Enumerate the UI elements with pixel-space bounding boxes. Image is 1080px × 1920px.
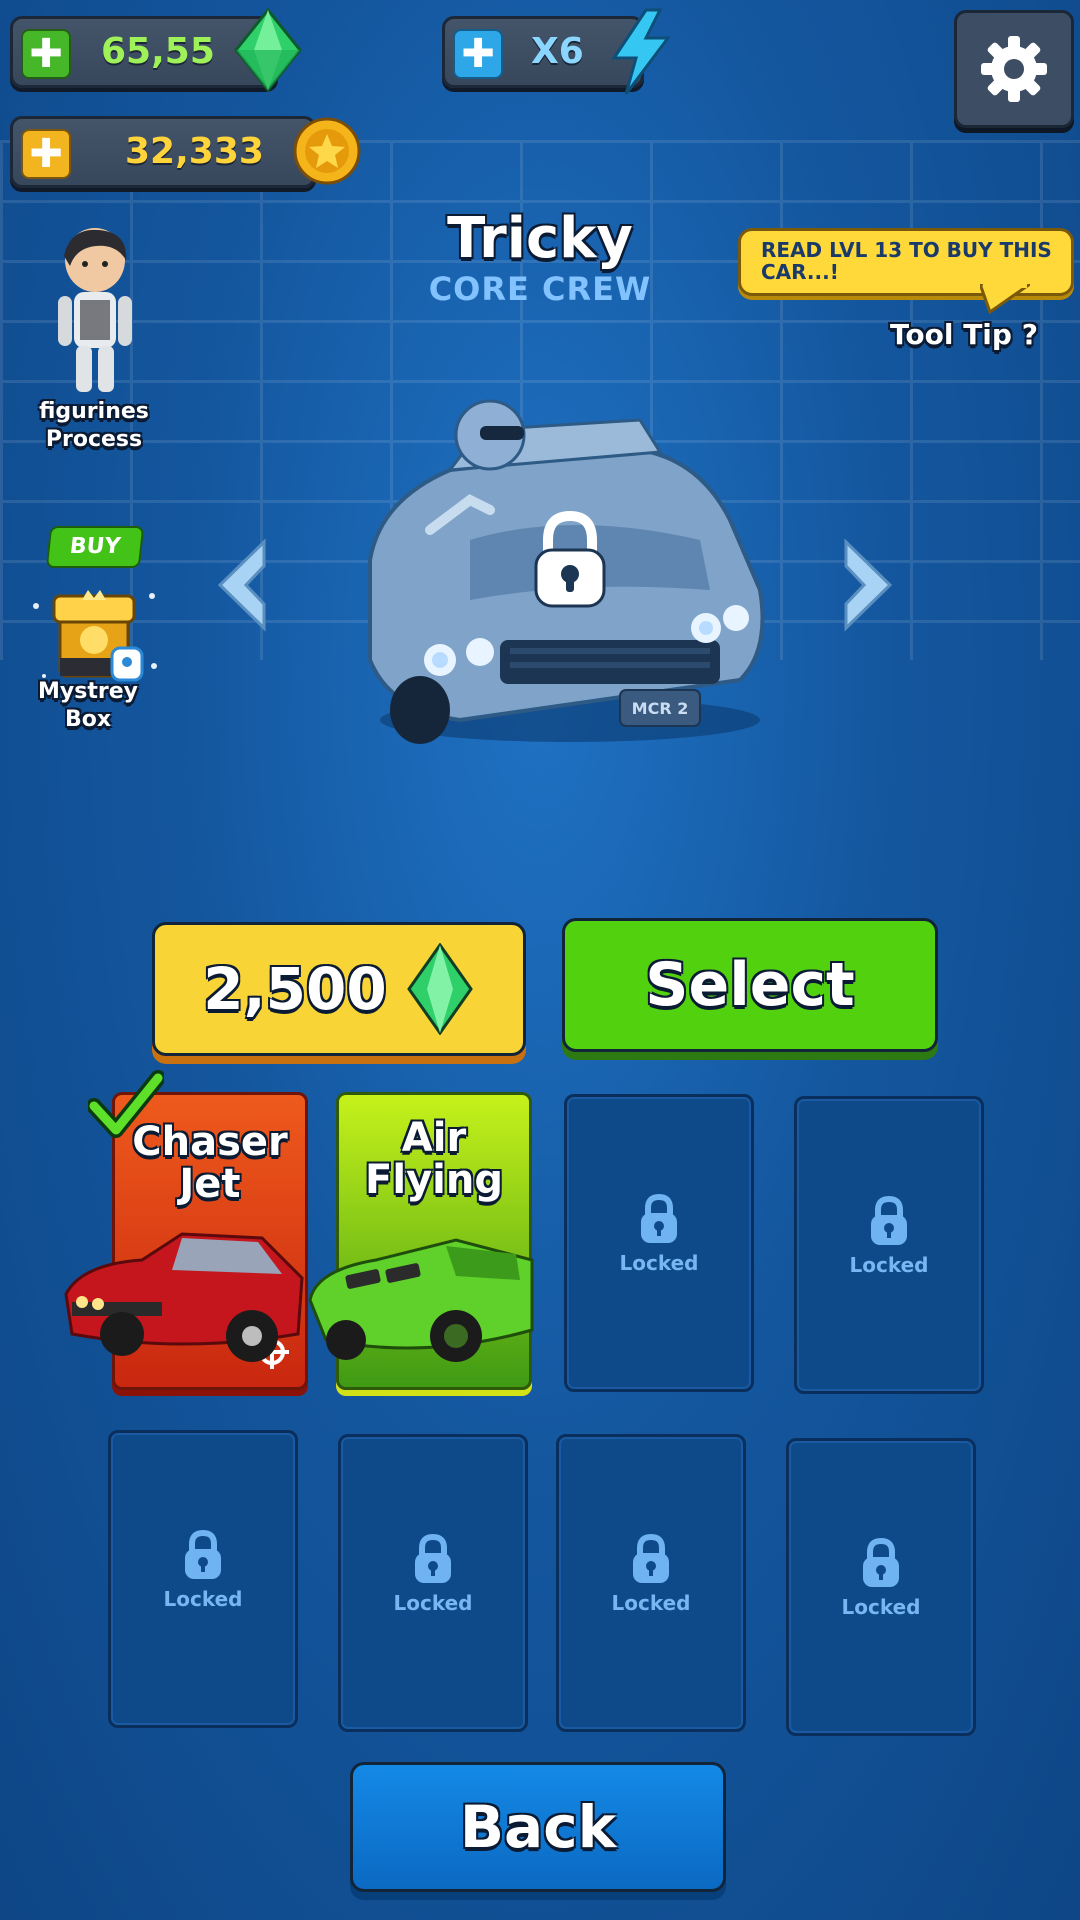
license-plate: MCR 2	[632, 699, 689, 718]
gems-value: 65,55	[101, 31, 215, 72]
figurine-label-line2: Process	[45, 427, 143, 452]
lock-icon	[534, 510, 606, 608]
figurine-label-line1: figurines	[39, 399, 149, 424]
coins-value: 32,333	[125, 131, 264, 172]
gear-icon	[981, 36, 1047, 102]
locked-label: Locked	[393, 1591, 473, 1615]
car-card-title: Air Flying	[365, 1115, 503, 1203]
lock-icon	[633, 1533, 669, 1583]
mystery-box-label-line1: Mystrey	[38, 679, 138, 704]
locked-car-card[interactable]: Locked	[556, 1434, 746, 1732]
price-button[interactable]: 2,500	[152, 922, 526, 1056]
add-coins-button[interactable]: ✚	[21, 129, 71, 179]
red-car-icon	[64, 1232, 304, 1362]
select-label: Select	[645, 950, 855, 1020]
price-value: 2,500	[203, 955, 387, 1023]
locked-label: Locked	[611, 1591, 691, 1615]
figurine-label: figurines Process	[24, 398, 164, 454]
lock-icon	[641, 1193, 677, 1243]
add-multiplier-button[interactable]: ✚	[453, 29, 503, 79]
next-car-arrow[interactable]	[838, 538, 898, 632]
selected-checkmark-icon	[88, 1070, 164, 1138]
locked-label: Locked	[841, 1595, 921, 1619]
mystery-box-label-line2: Box	[64, 707, 112, 732]
lock-icon	[185, 1529, 221, 1579]
previous-car-arrow[interactable]	[212, 538, 272, 632]
green-car-icon	[308, 1238, 534, 1362]
locked-label: Locked	[849, 1253, 929, 1277]
multiplier-value: X6	[531, 31, 584, 72]
select-button[interactable]: Select	[562, 918, 938, 1052]
tooltip-message: READ LVL 13 TO BUY THIS CAR...!	[761, 238, 1052, 284]
lock-icon	[415, 1533, 451, 1583]
locked-car-card[interactable]: Locked	[564, 1094, 754, 1392]
coin-icon	[293, 117, 361, 185]
lightning-icon	[611, 8, 671, 95]
locked-car-card[interactable]: Locked	[338, 1434, 528, 1732]
back-label: Back	[459, 1793, 617, 1861]
mystery-box-label: Mystrey Box	[18, 678, 158, 734]
coins-counter: ✚ 32,333	[10, 116, 316, 188]
settings-button[interactable]	[954, 10, 1074, 128]
locked-label: Locked	[619, 1251, 699, 1275]
gem-icon	[406, 943, 473, 1035]
tooltip-label[interactable]: Tool Tip ?	[890, 318, 1038, 351]
figurine-character-icon	[58, 228, 132, 392]
gem-icon	[234, 8, 302, 92]
locked-car-card[interactable]: Locked	[786, 1438, 976, 1736]
locked-label: Locked	[163, 1587, 243, 1611]
buy-badge: BUY	[45, 526, 145, 568]
back-button[interactable]: Back	[350, 1762, 726, 1892]
add-gems-button[interactable]: ✚	[21, 29, 71, 79]
locked-car-card[interactable]: Locked	[794, 1096, 984, 1394]
mystery-box-icon	[33, 590, 157, 682]
lock-icon	[863, 1537, 899, 1587]
tooltip-pointer	[980, 284, 1030, 314]
locked-car-card[interactable]: Locked	[108, 1430, 298, 1728]
lock-icon	[871, 1195, 907, 1245]
